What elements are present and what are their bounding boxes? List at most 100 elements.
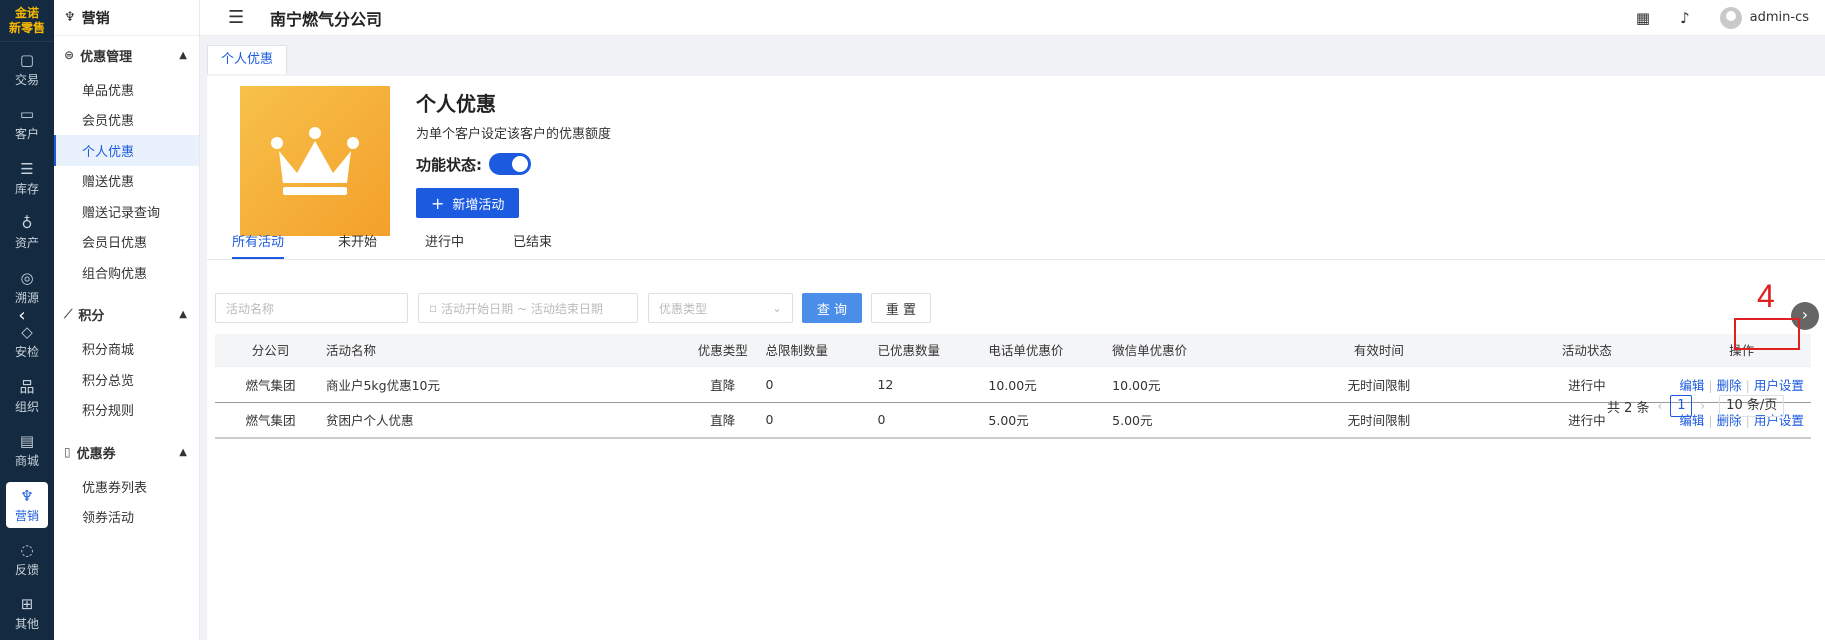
collapse-chevron-icon[interactable]: ‹ (12, 306, 32, 326)
activity-table: 分公司 活动名称 优惠类型 总限制数量 已优惠数量 电话单优惠价 微信单优惠价 … (215, 334, 1811, 439)
function-status-toggle[interactable] (489, 153, 531, 175)
cell-phone-price: 5.00元 (988, 402, 1113, 439)
subnav-item-points-rules[interactable]: 积分规则 (54, 395, 199, 426)
subnav-item-member[interactable]: 会员优惠 (54, 105, 199, 136)
table-row: 燃气集团 商业户5kg优惠10元 直降 0 12 10.00元 10.00元 无… (215, 366, 1811, 403)
main-content: 个人优惠 为单个客户设定该客户的优惠额度 功能状态: + 新增活动 所有活动 未… (207, 76, 1825, 640)
group-coupons[interactable]: ▯ 优惠券 ▲ (54, 433, 199, 471)
rail-label: 其他 (14, 617, 39, 632)
rail-label: 交易 (14, 72, 39, 87)
rail-item-inventory[interactable]: ☰ 库存 (0, 151, 54, 206)
subnav-item-points-mall[interactable]: 积分商城 (54, 334, 199, 365)
edit-link[interactable]: 编辑 (1679, 378, 1704, 393)
page-size-select[interactable]: 10 条/页 (1719, 395, 1785, 417)
rail-item-customer[interactable]: ▭ 客户 (0, 97, 54, 152)
rail-item-trade[interactable]: ▢ 交易 (0, 42, 54, 97)
function-status-row: 功能状态: (416, 153, 531, 175)
rail-label: 商城 (14, 454, 39, 469)
page-description: 为单个客户设定该客户的优惠额度 (416, 127, 612, 142)
app-logo: 金诺 新零售 (0, 0, 54, 42)
table-header-row: 分公司 活动名称 优惠类型 总限制数量 已优惠数量 电话单优惠价 微信单优惠价 … (215, 334, 1811, 367)
icon-rail: 金诺 新零售 ▢ 交易 ▭ 客户 ☰ 库存 ♁ 资产 ◎ 溯源 ◇ 安检 品组织 ▤ 商城 ♆… (0, 0, 54, 640)
trophy-icon: ♆ (64, 10, 76, 25)
rail-label: 组织 (14, 399, 39, 414)
trophy-icon: ♆ (20, 486, 34, 505)
bell-icon[interactable]: ♪ (1680, 9, 1690, 27)
username[interactable]: admin-cs (1750, 10, 1809, 25)
pagination: 共 2 条 ‹ 1 › 10 条/页 (1607, 395, 1785, 417)
discount-type-placeholder: 优惠类型 (659, 301, 708, 316)
compass-icon: ◎ (20, 268, 34, 287)
avatar[interactable] (1719, 6, 1742, 29)
group-label: 积分 (78, 309, 105, 324)
subnav-item-single-product[interactable]: 单品优惠 (54, 74, 199, 105)
crown-icon (271, 127, 359, 195)
subnav-item-gift[interactable]: 赠送优惠 (54, 166, 199, 197)
coin-icon: ⊜ (64, 48, 75, 62)
group-label: 优惠管理 (80, 49, 133, 65)
page-number[interactable]: 1 (1670, 395, 1693, 417)
delete-link[interactable]: 删除 (1717, 378, 1742, 393)
subnav-item-coupon-list[interactable]: 优惠券列表 (54, 471, 199, 502)
rail-item-assets[interactable]: ♁ 资产 (0, 206, 54, 261)
reset-button[interactable]: 重 置 (871, 293, 931, 323)
cell-company: 燃气集团 (215, 366, 326, 403)
next-page-icon[interactable]: › (1700, 399, 1705, 413)
chevron-up-icon: ▲ (179, 309, 187, 320)
logo-text: 金诺 (14, 5, 39, 20)
col-company: 分公司 (215, 334, 326, 367)
subnav-item-bundle[interactable]: 组合购优惠 (54, 257, 199, 288)
prev-page-icon[interactable]: ‹ (1658, 399, 1663, 413)
date-range-input[interactable]: ▫ 活动开始日期 ~ 活动结束日期 (418, 293, 638, 323)
tab-not-started[interactable]: 未开始 (338, 231, 377, 259)
chat-icon: ◌ (20, 540, 34, 559)
rail-item-feedback[interactable]: ◌ 反馈 (0, 532, 54, 587)
rail-item-marketing[interactable]: ♆ 营销 (6, 482, 48, 528)
annotation-step-number: 4 (1757, 278, 1775, 314)
bag-icon: ▢ (19, 50, 35, 69)
col-wechat-price: 微信单优惠价 (1112, 334, 1257, 367)
tab-ended[interactable]: 已结束 (513, 231, 552, 259)
cell-used: 12 (877, 366, 989, 403)
qrcode-icon[interactable]: ▦ (1636, 9, 1650, 27)
cell-activity-name: 贫困户个人优惠 (325, 402, 681, 439)
rail-item-org[interactable]: 品组织 (0, 369, 54, 424)
org-icon: 品 (19, 377, 35, 396)
subnav-item-personal[interactable]: 个人优惠 (54, 135, 199, 166)
top-right-tools: ▦ ♪ admin-cs (1606, 6, 1809, 29)
group-discount-management[interactable]: ⊜ 优惠管理 ▲ (54, 36, 199, 74)
subnav-title: ♆ 营销 (54, 0, 199, 36)
activity-name-input[interactable]: 活动名称 (215, 293, 408, 323)
tab-in-progress[interactable]: 进行中 (425, 231, 464, 259)
add-activity-button[interactable]: + 新增活动 (416, 188, 520, 218)
subnav-item-gift-records[interactable]: 赠送记录查询 (54, 196, 199, 227)
add-activity-label: 新增活动 (452, 197, 505, 213)
page-tab-personal-discount[interactable]: 个人优惠 (207, 45, 288, 74)
rail-item-store[interactable]: ▤ 商城 (0, 424, 54, 479)
table-row: 燃气集团 贫困户个人优惠 直降 0 0 5.00元 5.00元 无时间限制 进行… (215, 402, 1811, 439)
subnav-item-coupon-activity[interactable]: 领券活动 (54, 502, 199, 533)
pagination-total: 共 2 条 (1607, 400, 1650, 416)
discount-type-select[interactable]: 优惠类型 ⌄ (648, 293, 793, 323)
inventory-icon: ☰ (20, 159, 34, 178)
user-settings-link[interactable]: 用户设置 (1754, 378, 1804, 393)
tab-all[interactable]: 所有活动 (232, 231, 285, 259)
cell-discount-type: 直降 (680, 366, 766, 403)
rail-item-other[interactable]: ⊞ 其他 (0, 587, 54, 640)
cell-wechat-price: 5.00元 (1112, 402, 1257, 439)
menu-toggle-icon[interactable]: ☰ (228, 7, 248, 28)
group-points[interactable]: ⟋ 积分 ▲ (54, 296, 199, 334)
chart-icon: ⟋ (64, 307, 73, 321)
search-button[interactable]: 查 询 (802, 293, 862, 323)
date-range-placeholder: 活动开始日期 ~ 活动结束日期 (441, 301, 603, 316)
rail-label: 安检 (14, 345, 39, 360)
subnav-item-points-overview[interactable]: 积分总览 (54, 364, 199, 395)
plus-icon: + (431, 193, 445, 213)
subnav-title-text: 营销 (81, 10, 110, 27)
rail-label: 客户 (14, 127, 39, 142)
cell-discount-type: 直降 (680, 402, 766, 439)
rail-label: 营销 (14, 508, 39, 523)
cell-phone-price: 10.00元 (988, 366, 1113, 403)
col-status: 活动状态 (1501, 334, 1673, 367)
subnav-item-member-day[interactable]: 会员日优惠 (54, 227, 199, 258)
